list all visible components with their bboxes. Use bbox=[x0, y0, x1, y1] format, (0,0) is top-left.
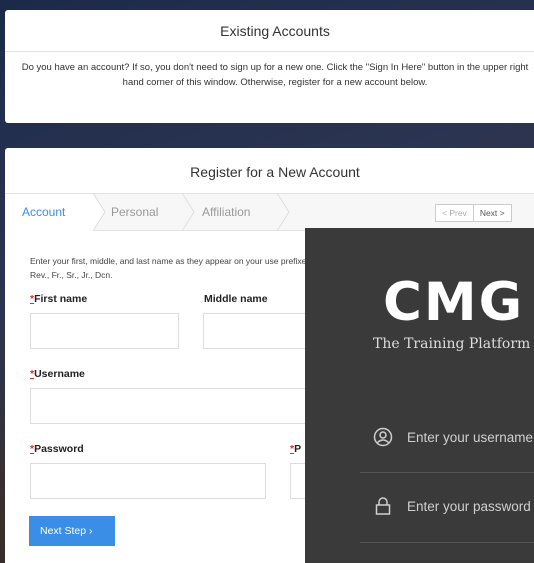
step-chevron-icon bbox=[277, 193, 290, 231]
logo-tagline: The Training Platform bbox=[373, 336, 531, 352]
login-password-field[interactable]: Enter your password bbox=[373, 496, 531, 516]
first-name-input[interactable] bbox=[30, 313, 179, 349]
step-affiliation[interactable]: Affiliation bbox=[202, 194, 250, 231]
username-input[interactable] bbox=[30, 388, 330, 424]
password-label: *Password bbox=[30, 443, 84, 455]
step-pager: < Prev Next > bbox=[435, 204, 512, 222]
login-password-placeholder: Enter your password bbox=[407, 498, 531, 514]
step-account[interactable]: Account bbox=[5, 194, 93, 231]
lock-icon bbox=[375, 497, 391, 515]
confirm-password-label: *P bbox=[290, 443, 302, 455]
step-chevron-icon bbox=[182, 193, 195, 231]
middle-name-label: Middle name bbox=[204, 293, 268, 305]
login-username-field[interactable]: Enter your username bbox=[373, 427, 533, 447]
next-step-button[interactable]: Next Step › bbox=[29, 516, 115, 546]
existing-accounts-panel: Existing Accounts Do you have an account… bbox=[5, 10, 534, 123]
wizard-steps: Account Personal Affiliation < Prev Next… bbox=[5, 193, 534, 231]
password-input[interactable] bbox=[30, 463, 266, 499]
prev-button[interactable]: < Prev bbox=[436, 205, 473, 221]
password-divider bbox=[360, 542, 534, 543]
existing-accounts-title: Existing Accounts bbox=[5, 10, 534, 52]
username-label: *Username bbox=[30, 368, 85, 380]
step-personal[interactable]: Personal bbox=[111, 194, 158, 231]
step-chevron-icon bbox=[93, 193, 106, 231]
login-username-placeholder: Enter your username bbox=[407, 429, 534, 445]
existing-accounts-text: Do you have an account? If so, you don't… bbox=[21, 62, 529, 88]
register-title: Register for a New Account bbox=[190, 164, 360, 180]
name-instructions: Enter your first, middle, and last name … bbox=[30, 256, 330, 280]
first-name-label: *First name bbox=[30, 293, 88, 305]
cmg-logo: CMG bbox=[383, 272, 525, 333]
username-divider bbox=[360, 472, 534, 473]
login-overlay: CMG The Training Platform Enter your use… bbox=[305, 228, 534, 563]
user-circle-icon bbox=[373, 427, 393, 447]
next-button[interactable]: Next > bbox=[472, 205, 511, 221]
